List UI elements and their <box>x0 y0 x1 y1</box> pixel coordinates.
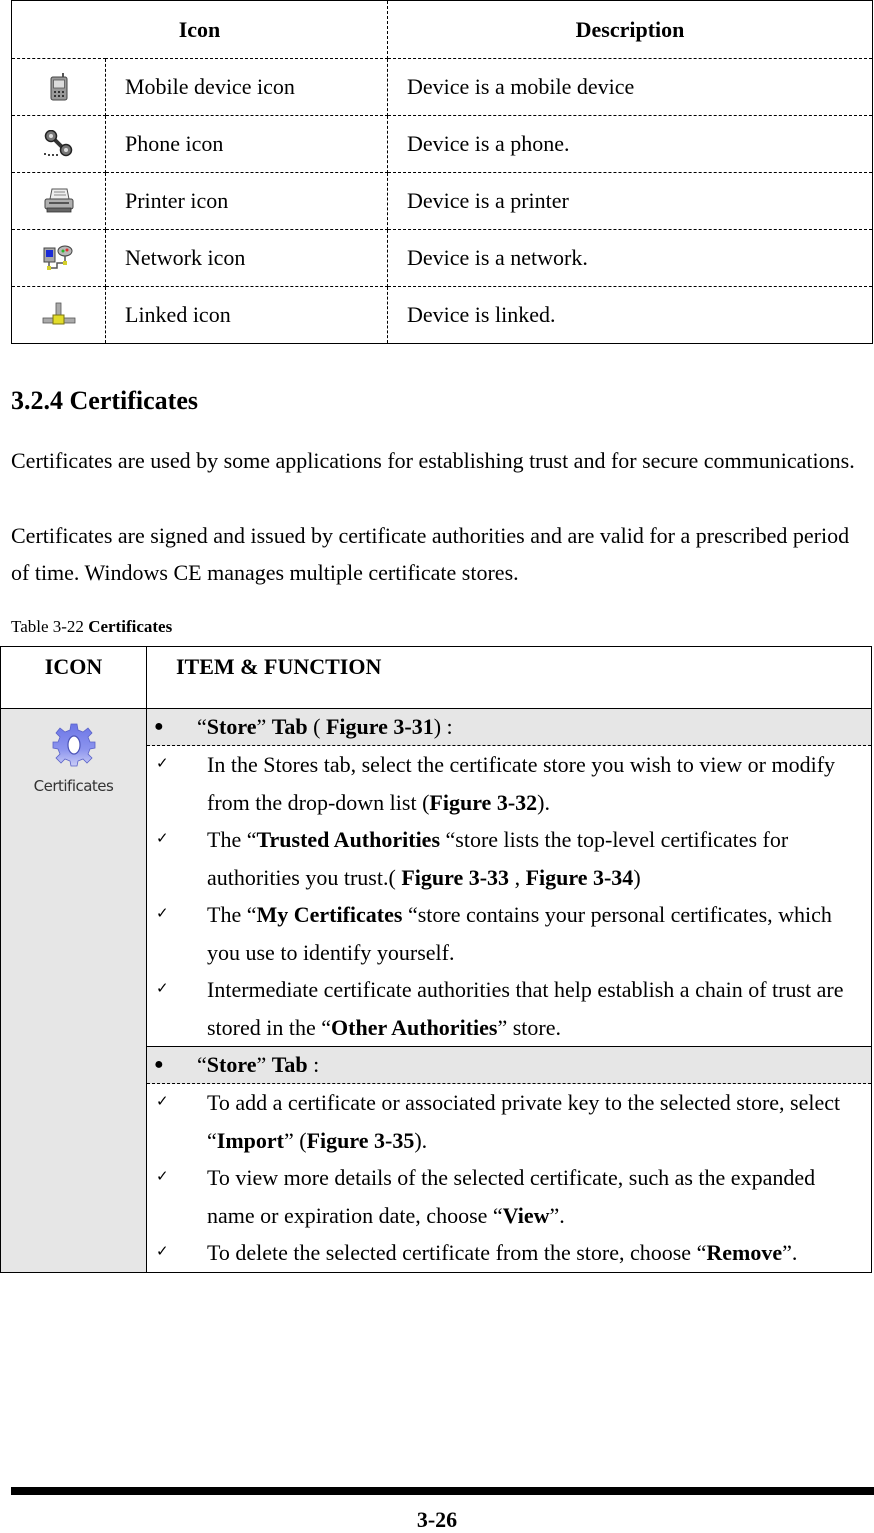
device-icon-name: Mobile device icon <box>105 58 388 116</box>
icon-cell: Certificates <box>0 708 147 1273</box>
bullet-icon: ● <box>154 1056 164 1073</box>
table-caption: Table 3-22 Certificates <box>11 617 172 637</box>
list-item-text: In the Stores tab, select the certificat… <box>207 752 836 815</box>
list-item: ✓ To view more details of the selected ce… <box>147 1159 871 1234</box>
device-icon-name: Printer icon <box>105 172 388 230</box>
caption-prefix: Table 3-22 <box>11 617 89 636</box>
linked-icon <box>42 302 75 325</box>
device-icon-name: Linked icon <box>105 286 388 344</box>
device-icon-description: Device is a mobile device <box>387 58 873 116</box>
column-header-description: Description <box>387 0 873 59</box>
bullet-icon: ● <box>154 718 164 735</box>
network-icon <box>43 245 72 270</box>
device-icon-description: Device is a network. <box>387 229 873 287</box>
checkmark-icon: ✓ <box>156 1094 169 1110</box>
intro-paragraph: Certificates are used by some applicatio… <box>11 448 855 473</box>
group-item-list: ✓ To add a certificate or associated priv… <box>147 1084 872 1273</box>
list-item-text: To delete the selected certificate from … <box>207 1240 798 1265</box>
column-header-item-function: ITEM & FUNCTION <box>146 646 872 709</box>
footer-rule <box>11 1487 874 1495</box>
column-header-icon: Icon <box>11 0 388 59</box>
list-item: ✓ To delete the selected certificate from… <box>147 1234 871 1272</box>
table-row: Linked icon Device is linked. <box>11 286 873 344</box>
certificates-gear-icon <box>52 723 95 767</box>
table-row: Printer icon Device is a printer <box>11 172 873 230</box>
list-item-text: To add a certificate or associated priva… <box>207 1090 841 1153</box>
list-item-text: The “My Certificates “store contains you… <box>207 902 832 965</box>
certificates-table: ICON ITEM & FUNCTION Certificates ● “Sto… <box>0 646 872 1273</box>
list-item: ✓ The “My Certificates “store contains yo… <box>147 896 871 971</box>
table-row: Phone icon Device is a phone. <box>11 115 873 173</box>
group-heading: ● “Store” Tab ( Figure 3-31) : <box>146 708 872 746</box>
caption-title: Certificates <box>88 617 173 636</box>
list-item-text: To view more details of the selected cer… <box>207 1165 816 1228</box>
device-icon-name: Network icon <box>105 229 388 287</box>
checkmark-icon: ✓ <box>156 981 169 997</box>
list-item: ✓ In the Stores tab, select the certifica… <box>147 746 871 821</box>
list-item: ✓ Intermediate certificate authorities th… <box>147 971 871 1046</box>
group-heading-text: “Store” Tab ( Figure 3-31) : <box>197 714 453 739</box>
device-icon-description: Device is linked. <box>407 302 556 327</box>
page-number: 3-26 <box>416 1507 458 1532</box>
mobile-device-icon <box>50 73 67 101</box>
checkmark-icon: ✓ <box>156 831 169 847</box>
list-item: ✓ The “Trusted Authorities “store lists t… <box>147 821 871 896</box>
phone-icon <box>43 130 72 157</box>
list-item: ✓ To add a certificate or associated priv… <box>147 1084 871 1159</box>
detail-paragraph: Certificates are signed and issued by ce… <box>11 523 850 585</box>
printer-icon <box>44 188 73 213</box>
table-row: Network icon Device is a network. <box>11 229 873 287</box>
group-item-list: ✓ In the Stores tab, select the certifica… <box>147 746 872 1047</box>
group-heading: ● “Store” Tab : <box>146 1046 872 1084</box>
group-heading-text: “Store” Tab : <box>197 1052 320 1077</box>
device-icon-name: Phone icon <box>105 115 388 173</box>
device-icon-table: Icon Description Mobile device icon Devi… <box>11 0 873 344</box>
checkmark-icon: ✓ <box>156 756 169 772</box>
list-item-text: The “Trusted Authorities “store lists th… <box>207 827 789 890</box>
checkmark-icon: ✓ <box>156 1169 169 1185</box>
group-heading-row: Certificates ● “Store” Tab ( Figure 3-31… <box>0 708 872 1273</box>
device-icon-description: Device is a phone. <box>387 115 873 173</box>
checkmark-icon: ✓ <box>156 906 169 922</box>
device-icon-description: Device is a printer <box>387 172 873 230</box>
column-header-icon: ICON <box>0 646 147 709</box>
list-item-text: Intermediate certificate authorities tha… <box>207 977 844 1040</box>
section-title: 3.2.4 Certificates <box>11 386 198 415</box>
certificates-icon-label: Certificates <box>33 777 114 795</box>
table-row: Mobile device icon Device is a mobile de… <box>11 58 873 116</box>
checkmark-icon: ✓ <box>156 1244 169 1260</box>
